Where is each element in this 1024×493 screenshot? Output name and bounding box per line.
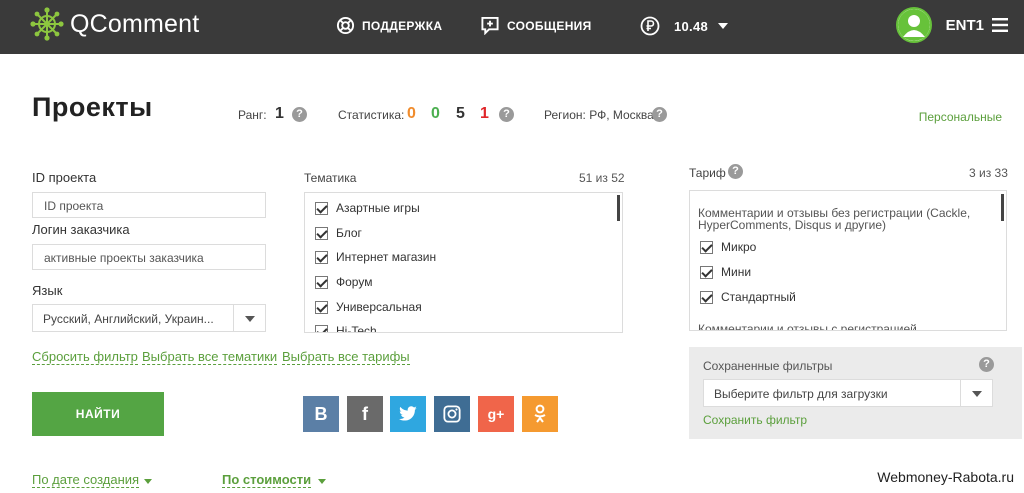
language-label: Язык	[32, 283, 63, 298]
topics-count: 51 из 52	[579, 171, 625, 185]
save-filter-link[interactable]: Сохранить фильтр	[703, 413, 807, 427]
stat-value-red: 1	[480, 105, 489, 122]
select-all-tariffs-link[interactable]: Выбрать все тарифы	[282, 349, 410, 365]
list-item[interactable]: Мини	[700, 265, 751, 279]
personal-link[interactable]: Персональные	[919, 110, 1002, 124]
checkbox[interactable]	[700, 290, 713, 304]
list-item[interactable]: Hi-Tech	[315, 324, 377, 332]
scrollbar[interactable]	[1001, 194, 1004, 221]
balance-value: 10.48	[674, 18, 709, 34]
message-plus-icon	[481, 16, 499, 35]
avatar[interactable]	[895, 7, 932, 43]
logo-icon	[30, 7, 64, 41]
find-button[interactable]: НАЙТИ	[32, 392, 164, 436]
select-all-topics-link[interactable]: Выбрать все тематики	[142, 349, 278, 365]
watermark: Webmoney-Rabota.ru	[875, 469, 1016, 485]
twitter-icon[interactable]	[390, 396, 426, 432]
odnoklassniki-icon[interactable]	[522, 396, 558, 432]
checkbox[interactable]	[315, 300, 328, 314]
tariff-count: 3 из 33	[969, 166, 1008, 180]
vk-icon[interactable]: B	[303, 396, 339, 432]
scrollbar[interactable]	[617, 195, 620, 221]
nav-balance[interactable]: 10.48	[640, 16, 729, 36]
chevron-down-icon[interactable]	[233, 305, 265, 331]
odnoklassniki-logo-icon	[534, 404, 546, 423]
region-label: Регион: РФ, Москва	[544, 108, 654, 122]
checkbox[interactable]	[315, 201, 328, 215]
instagram-icon[interactable]	[434, 396, 470, 432]
sort-by-price[interactable]: По стоимости	[222, 472, 312, 488]
page-title: Проекты	[32, 92, 153, 122]
rank-value: 1	[275, 105, 284, 122]
chevron-down-icon	[718, 23, 729, 29]
top-navbar: QComment ПОДДЕРЖКА СООБЩЕНИЯ 10.48 ENT1	[0, 0, 1024, 54]
checkbox[interactable]	[315, 250, 328, 264]
language-select-value: Русский, Английский, Украин...	[43, 312, 214, 326]
checkbox[interactable]	[315, 226, 328, 240]
stat-value-green: 0	[431, 105, 440, 122]
google-plus-icon[interactable]: g+	[478, 396, 514, 432]
saved-filters-panel: Сохраненные фильтры ? Выберите фильтр дл…	[689, 347, 1022, 439]
customer-login-label: Логин заказчика	[32, 222, 130, 237]
sort-date-chevron-icon[interactable]	[144, 479, 152, 484]
lifebuoy-icon	[336, 16, 355, 35]
saved-filters-select[interactable]: Выберите фильтр для загрузки	[703, 379, 993, 407]
language-select[interactable]: Русский, Английский, Украин...	[32, 304, 266, 332]
logo[interactable]: QComment	[30, 7, 199, 41]
facebook-icon[interactable]: f	[347, 396, 383, 432]
project-id-label: ID проекта	[32, 170, 97, 185]
list-item[interactable]: Стандартный	[700, 290, 796, 304]
stat-value-orange: 0	[407, 105, 416, 122]
customer-login-input[interactable]: активные проекты заказчика	[32, 244, 266, 270]
tariff-label: Тариф	[689, 166, 726, 180]
instagram-camera-icon	[443, 405, 461, 423]
tariff-group-heading: Комментарии и отзывы с регистрацией	[698, 322, 917, 331]
user-name: ENT1	[945, 16, 984, 34]
project-id-input[interactable]: ID проекта	[32, 192, 266, 218]
nav-messages-label: СООБЩЕНИЯ	[507, 18, 592, 33]
checkbox[interactable]	[315, 275, 328, 289]
sort-price-chevron-icon[interactable]	[318, 479, 326, 484]
nav-support-label: ПОДДЕРЖКА	[362, 18, 443, 33]
topics-label: Тематика	[304, 171, 357, 185]
tariff-group-heading: Комментарии и отзывы без регистрации (Ca…	[698, 206, 971, 232]
topics-list[interactable]: Азартные игры Блог Интернет магазин Фору…	[304, 192, 623, 333]
tariff-help-icon[interactable]: ?	[728, 164, 743, 179]
twitter-bird-icon	[399, 406, 417, 421]
list-item[interactable]: Универсальная	[315, 300, 422, 314]
user-icon	[897, 9, 930, 41]
chevron-down-icon[interactable]	[960, 380, 992, 406]
sort-by-date[interactable]: По дате создания	[32, 472, 140, 488]
ruble-icon	[640, 16, 660, 36]
stat-value-dark: 5	[456, 105, 465, 122]
saved-filters-select-value: Выберите фильтр для загрузки	[714, 387, 888, 401]
user-menu[interactable]: ENT1	[895, 7, 1008, 43]
rank-label: Ранг:	[238, 108, 267, 122]
checkbox[interactable]	[700, 240, 713, 254]
saved-filters-help-icon[interactable]: ?	[979, 357, 994, 372]
stats-label: Статистика:	[338, 108, 405, 122]
nav-support[interactable]: ПОДДЕРЖКА	[336, 16, 442, 35]
checkbox[interactable]	[700, 265, 713, 279]
hamburger-menu-icon[interactable]	[992, 18, 1008, 32]
saved-filters-label: Сохраненные фильтры	[703, 359, 833, 373]
checkbox[interactable]	[315, 324, 328, 332]
list-item[interactable]: Микро	[700, 240, 756, 254]
rank-help-icon[interactable]: ?	[292, 107, 307, 122]
logo-text: QComment	[70, 9, 200, 38]
reset-filter-link[interactable]: Сбросить фильтр	[32, 349, 138, 365]
list-item[interactable]: Форум	[315, 275, 372, 289]
nav-messages[interactable]: СООБЩЕНИЯ	[480, 16, 592, 35]
list-item[interactable]: Интернет магазин	[315, 250, 436, 264]
region-help-icon[interactable]: ?	[652, 107, 667, 122]
tariff-list[interactable]: Комментарии и отзывы без регистрации (Ca…	[689, 190, 1007, 331]
list-item[interactable]: Блог	[315, 226, 362, 240]
list-item[interactable]: Азартные игры	[315, 201, 420, 215]
stats-help-icon[interactable]: ?	[499, 107, 514, 122]
